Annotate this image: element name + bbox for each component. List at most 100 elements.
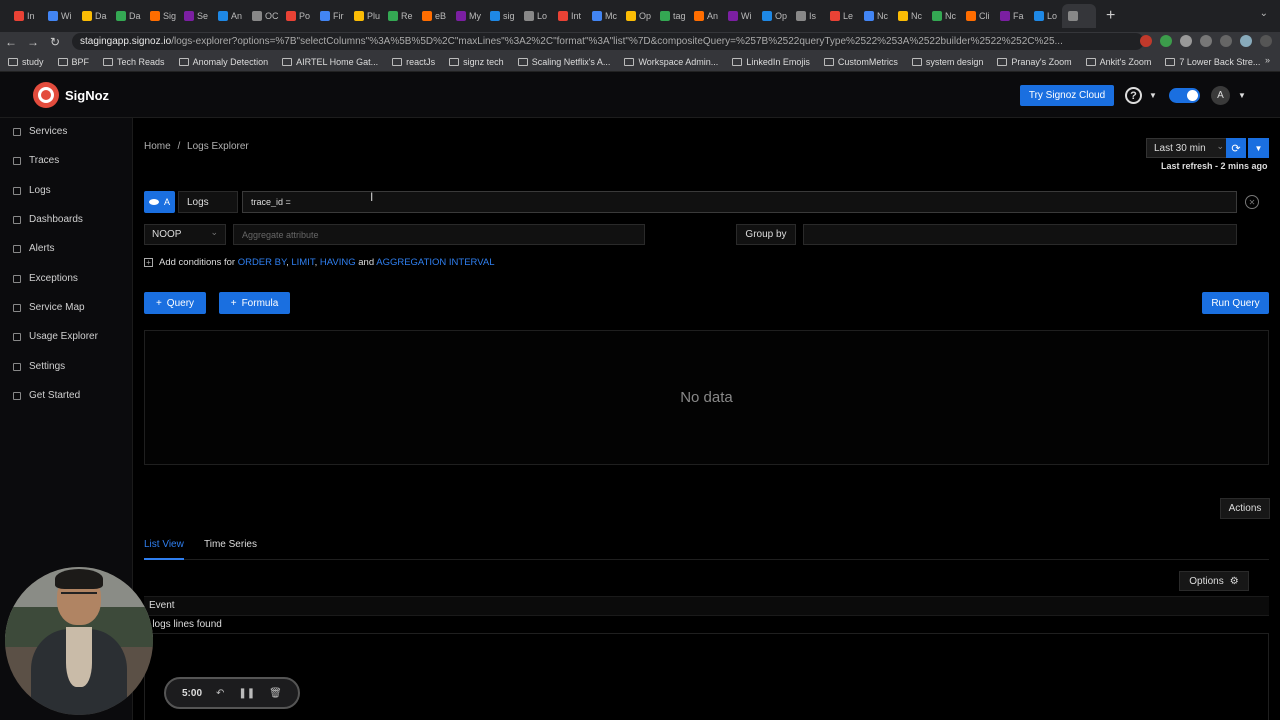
browser-tab[interactable]: Re (382, 4, 416, 28)
forward-arrow-icon[interactable]: → (22, 35, 44, 49)
aggregation-interval-link[interactable]: AGGREGATION INTERVAL (376, 257, 494, 268)
browser-tab[interactable]: In (8, 4, 42, 28)
sidebar-item-dashboards[interactable]: Dashboards (13, 214, 83, 225)
sidebar-item-settings[interactable]: Settings (13, 361, 65, 372)
bookmark-item[interactable]: reactJs (392, 57, 435, 67)
address-bar[interactable]: stagingapp.signoz.io /logs-explorer?opti… (72, 33, 1144, 50)
tab-list-view[interactable]: List View (144, 538, 184, 560)
bookmark-item[interactable]: Ankit's Zoom (1085, 57, 1151, 67)
browser-tab[interactable]: Mc (586, 4, 620, 28)
sidebar-item-traces[interactable]: Traces (13, 155, 59, 166)
add-conditions-row[interactable]: + Add conditions for ORDER BY, LIMIT, HA… (144, 257, 494, 268)
profile-icon[interactable] (1240, 35, 1252, 47)
bookmark-item[interactable]: Tech Reads (103, 57, 165, 67)
add-formula-button[interactable]: + Formula (219, 292, 290, 314)
refresh-chevron-down-icon[interactable]: ▼ (1248, 138, 1269, 158)
bookmark-item[interactable]: Pranay's Zoom (997, 57, 1072, 67)
extension-icon[interactable] (1180, 35, 1192, 47)
sidebar-item-get-started[interactable]: Get Started (13, 390, 80, 401)
browser-tab[interactable]: Lo (518, 4, 552, 28)
new-tab-button[interactable]: + (1106, 7, 1115, 25)
theme-toggle[interactable] (1169, 88, 1200, 103)
query-a-toggle[interactable]: A (144, 191, 175, 213)
back-arrow-icon[interactable]: ← (0, 35, 22, 49)
tab-search-chevron-icon[interactable]: ⌄ (1260, 8, 1268, 19)
aggregate-operator-select[interactable]: NOOP (144, 224, 226, 245)
extension-icon[interactable] (1160, 35, 1172, 47)
menu-dots-icon[interactable] (1260, 35, 1272, 47)
browser-tab[interactable]: Fa (994, 4, 1028, 28)
browser-tab[interactable]: An (212, 4, 246, 28)
browser-tab[interactable]: sig (484, 4, 518, 28)
browser-tab[interactable]: Op (620, 4, 654, 28)
bookmark-item[interactable]: study (8, 57, 44, 67)
time-range-select[interactable]: Last 30 min (1146, 138, 1231, 158)
browser-tab[interactable]: Is (790, 4, 824, 28)
help-chevron-down-icon[interactable]: ▼ (1149, 91, 1157, 100)
browser-tab[interactable]: Cli (960, 4, 994, 28)
bookmark-item[interactable]: signz tech (449, 57, 504, 67)
try-signoz-cloud-button[interactable]: Try Signoz Cloud (1020, 85, 1114, 106)
browser-tab[interactable]: Int (552, 4, 586, 28)
sidebar-item-exceptions[interactable]: Exceptions (13, 273, 78, 284)
browser-tab[interactable]: Op (756, 4, 790, 28)
signoz-logo[interactable]: SigNoz (33, 82, 109, 108)
close-icon[interactable]: ✕ (1245, 195, 1259, 209)
sidebar-icon[interactable] (1220, 35, 1232, 47)
browser-tab[interactable]: Wi (722, 4, 756, 28)
bookmark-item[interactable]: 7 Lower Back Stre... (1165, 57, 1260, 67)
sidebar-item-logs[interactable]: Logs (13, 185, 51, 196)
browser-tab[interactable] (1062, 4, 1096, 28)
browser-tab[interactable]: eB (416, 4, 450, 28)
plus-square-icon[interactable]: + (144, 258, 153, 267)
pause-icon[interactable]: ❚❚ (238, 688, 255, 699)
breadcrumb-home[interactable]: Home (144, 141, 171, 152)
user-menu-chevron-down-icon[interactable]: ▼ (1238, 91, 1246, 100)
browser-tab[interactable]: Nc (858, 4, 892, 28)
bookmark-item[interactable]: BPF (57, 57, 89, 67)
browser-tab[interactable]: Le (824, 4, 858, 28)
browser-tab[interactable]: Da (110, 4, 144, 28)
bookmark-item[interactable]: AIRTEL Home Gat... (282, 57, 378, 67)
browser-tab[interactable]: tag (654, 4, 688, 28)
limit-link[interactable]: LIMIT (291, 257, 314, 268)
puzzle-icon[interactable] (1200, 35, 1212, 47)
group-by-input[interactable] (803, 224, 1237, 245)
avatar[interactable]: A (1211, 86, 1230, 105)
undo-icon[interactable]: ↶ (216, 688, 224, 699)
browser-tab[interactable]: My (450, 4, 484, 28)
search-filter-input[interactable] (242, 191, 1237, 213)
browser-tab[interactable]: Se (178, 4, 212, 28)
bookmark-item[interactable]: CustomMetrics (823, 57, 898, 67)
browser-tab[interactable]: An (688, 4, 722, 28)
refresh-icon[interactable]: ⟳ (1226, 138, 1246, 158)
browser-tab[interactable]: Wi (42, 4, 76, 28)
browser-tab[interactable]: Nc (892, 4, 926, 28)
bookmarks-overflow-icon[interactable]: » (1265, 55, 1270, 65)
browser-tab[interactable]: Fir (314, 4, 348, 28)
tab-time-series[interactable]: Time Series (204, 538, 257, 560)
bookmark-item[interactable]: system design (911, 57, 983, 67)
browser-tab[interactable]: Da (76, 4, 110, 28)
help-icon[interactable]: ? (1125, 87, 1142, 104)
browser-tab[interactable]: Lo (1028, 4, 1062, 28)
browser-tab[interactable]: OC (246, 4, 280, 28)
browser-tab[interactable]: Nc (926, 4, 960, 28)
having-link[interactable]: HAVING (320, 257, 356, 268)
run-query-button[interactable]: Run Query (1202, 292, 1269, 314)
extension-icon[interactable] (1140, 35, 1152, 47)
trash-icon[interactable]: 🗑 (269, 688, 282, 699)
bookmark-item[interactable]: Anomaly Detection (178, 57, 268, 67)
add-query-button[interactable]: + Query (144, 292, 206, 314)
aggregate-attribute-input[interactable] (233, 224, 645, 245)
options-button[interactable]: Options ⚙ (1179, 571, 1249, 591)
sidebar-item-usage-explorer[interactable]: Usage Explorer (13, 331, 98, 342)
browser-tab[interactable]: Sig (144, 4, 178, 28)
bookmark-item[interactable]: Workspace Admin... (624, 57, 718, 67)
sidebar-item-service-map[interactable]: Service Map (13, 302, 85, 313)
browser-tab[interactable]: Plu (348, 4, 382, 28)
order-by-link[interactable]: ORDER BY (238, 257, 286, 268)
actions-button[interactable]: Actions (1220, 498, 1270, 519)
data-source-select[interactable]: Logs (178, 191, 238, 213)
reload-icon[interactable]: ↻ (44, 35, 66, 49)
